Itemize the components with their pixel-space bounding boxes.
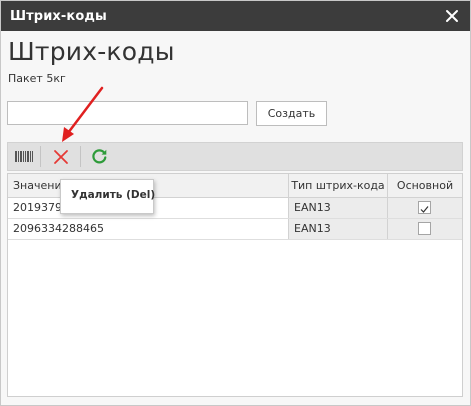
tooltip-text: Удалить (Del)	[71, 189, 156, 201]
close-icon[interactable]	[444, 8, 460, 24]
checkmark-icon	[420, 206, 429, 213]
delete-button[interactable]	[45, 143, 75, 170]
column-header-primary[interactable]: Основной	[388, 174, 462, 197]
delete-tooltip: Удалить (Del)	[60, 179, 156, 214]
primary-cell	[388, 198, 462, 218]
grid-toolbar	[7, 142, 463, 171]
primary-cell	[388, 219, 462, 239]
product-name: Пакет 5кг	[8, 72, 66, 85]
create-button[interactable]: Создать	[256, 101, 327, 126]
toolbar-divider	[40, 146, 41, 167]
barcode-button[interactable]	[8, 143, 38, 170]
barcode-type: EAN13	[289, 198, 388, 218]
window-title: Штрих-коды	[10, 9, 107, 24]
page-heading: Штрих-коды	[8, 37, 175, 66]
barcodes-dialog: Штрих-коды Штрих-коды Пакет 5кг Создать	[0, 0, 471, 406]
barcode-value: 2096334288465	[8, 219, 289, 239]
column-header-type[interactable]: Тип штрих-кода	[289, 174, 388, 197]
barcode-type: EAN13	[289, 219, 388, 239]
toolbar-divider	[80, 146, 81, 167]
primary-checkbox[interactable]	[418, 222, 431, 235]
table-row[interactable]: 2096334288465 EAN13	[8, 219, 462, 240]
primary-checkbox[interactable]	[418, 201, 431, 214]
refresh-button[interactable]	[84, 143, 114, 170]
barcode-input[interactable]	[7, 101, 248, 125]
title-bar: Штрих-коды	[1, 1, 470, 31]
